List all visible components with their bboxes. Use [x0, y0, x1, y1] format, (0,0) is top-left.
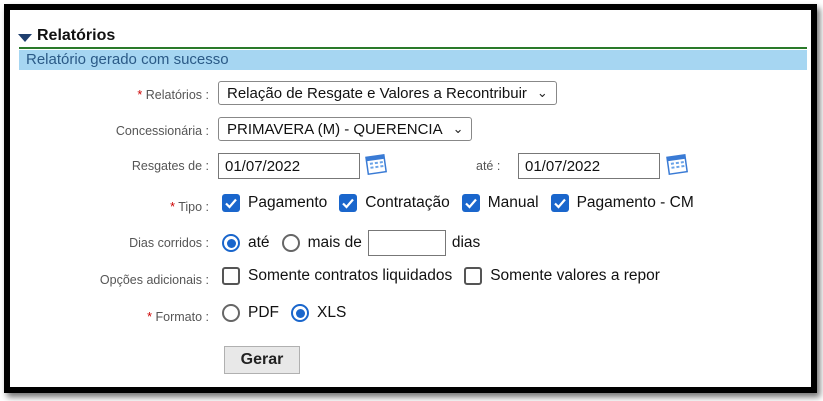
concessionaria-label: Concessionária : [115, 124, 209, 138]
chevron-down-icon: ⌄ [536, 85, 548, 100]
formato-xls-label: XLS [317, 304, 347, 321]
opcoes-label: Opções adicionais : [99, 273, 209, 287]
tipo-pagamento-checkbox[interactable] [222, 194, 240, 212]
dias-input[interactable] [367, 230, 446, 256]
tipo-pagamento-cm-label: Pagamento - CM [576, 194, 694, 211]
resgates-to-input[interactable] [518, 153, 660, 179]
dias-mais-de-radio[interactable] [281, 234, 300, 252]
relatorios-label: * Relatórios : [137, 88, 209, 102]
resgates-from-input[interactable] [218, 153, 360, 179]
resgates-to-label: até : [476, 159, 501, 173]
calendar-icon[interactable] [365, 152, 389, 176]
required-mark: * [170, 200, 175, 214]
tipo-label-text: Tipo : [178, 200, 209, 214]
header-rule [19, 47, 807, 49]
dias-ate-label: até [248, 234, 270, 251]
tipo-options: Pagamento Contratação Manual Pagamento -… [222, 194, 694, 212]
valores-a-repor-label: Somente valores a repor [490, 267, 660, 284]
chevron-down-icon: ⌄ [452, 121, 464, 136]
tipo-label: * Tipo : [170, 200, 209, 214]
contratos-liquidados-checkbox[interactable] [222, 267, 240, 285]
dias-label: Dias corridos : [129, 236, 209, 250]
tipo-manual-label: Manual [487, 194, 539, 211]
dias-unit: dias [451, 234, 481, 251]
relatorios-label-text: Relatórios : [145, 88, 209, 102]
resgates-label: Resgates de : [131, 159, 209, 173]
formato-options: PDF XLS [222, 304, 346, 322]
formato-label: * Formato : [147, 310, 209, 324]
concessionaria-select[interactable]: PRIMAVERA (M) - QUERENCIA ⌄ [218, 117, 473, 141]
window-frame: Relatórios Relatório gerado com sucesso … [4, 4, 817, 393]
formato-pdf-radio[interactable] [222, 304, 240, 322]
tipo-contratacao-label: Contratação [365, 194, 450, 211]
collapse-triangle-icon[interactable] [18, 33, 32, 42]
tipo-manual-checkbox[interactable] [461, 194, 480, 212]
tipo-pagamento-cm-checkbox[interactable] [550, 194, 569, 212]
required-mark: * [147, 310, 153, 324]
section-title: Relatórios [37, 27, 116, 44]
dias-mais-de-label: mais de [307, 234, 362, 251]
dias-options: até mais de dias [222, 230, 480, 256]
formato-xls-radio[interactable] [291, 304, 309, 322]
calendar-icon[interactable] [666, 152, 690, 176]
section-header[interactable]: Relatórios [18, 24, 115, 48]
valores-a-repor-checkbox[interactable] [464, 267, 483, 285]
concessionaria-select-value: PRIMAVERA (M) - QUERENCIA [227, 120, 443, 138]
relatorios-select[interactable]: Relação de Resgate e Valores a Recontrib… [218, 81, 557, 105]
formato-label-text: Formato : [155, 310, 210, 324]
relatorios-select-value: Relação de Resgate e Valores a Recontrib… [227, 84, 527, 102]
opcoes-options: Somente contratos liquidados Somente val… [222, 267, 660, 285]
dias-ate-radio[interactable] [222, 234, 240, 252]
tipo-pagamento-label: Pagamento [248, 194, 328, 211]
formato-pdf-label: PDF [248, 304, 279, 321]
contratos-liquidados-label: Somente contratos liquidados [248, 267, 453, 284]
required-mark: * [137, 88, 143, 102]
gerar-button[interactable]: Gerar [224, 346, 300, 374]
tipo-contratacao-checkbox[interactable] [339, 194, 358, 212]
success-message: Relatório gerado com sucesso [19, 50, 807, 70]
